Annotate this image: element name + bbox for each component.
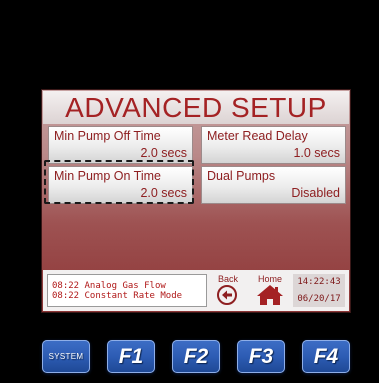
status-bar: 08:22 Analog Gas Flow 08:22 Constant Rat… — [43, 270, 349, 311]
system-key[interactable]: SYSTEM — [42, 340, 90, 373]
f2-key-label: F2 — [183, 345, 209, 368]
home-button[interactable]: Home — [248, 270, 292, 311]
field-value: 2.0 secs — [140, 146, 187, 160]
message-line: 08:22 Constant Rate Mode — [52, 291, 183, 301]
back-arrow-icon — [217, 285, 237, 305]
message-line: 08:22 Analog Gas Flow — [52, 281, 166, 291]
f3-key-label: F3 — [248, 345, 274, 368]
f3-key[interactable]: F3 — [237, 340, 285, 373]
touch-screen: ADVANCED SETUP Min Pump Off Time 2.0 sec… — [41, 89, 351, 313]
f4-key-label: F4 — [313, 345, 339, 368]
home-icon — [257, 285, 283, 305]
f1-key[interactable]: F1 — [107, 340, 155, 373]
clock-time: 14:22:43 — [297, 277, 341, 287]
field-value: 1.0 secs — [293, 146, 340, 160]
f2-key[interactable]: F2 — [172, 340, 220, 373]
message-log: 08:22 Analog Gas Flow 08:22 Constant Rat… — [47, 274, 207, 307]
clock-display: 14:22:43 06/20/17 — [293, 274, 345, 307]
f4-key[interactable]: F4 — [302, 340, 350, 373]
home-label: Home — [257, 274, 282, 284]
device-panel: ADVANCED SETUP Min Pump Off Time 2.0 sec… — [0, 0, 379, 383]
field-value: 2.0 secs — [140, 186, 187, 200]
field-label: Min Pump Off Time — [54, 129, 161, 143]
field-label: Meter Read Delay — [207, 129, 308, 143]
f1-key-label: F1 — [118, 345, 144, 368]
back-button[interactable]: Back — [206, 270, 250, 311]
field-label: Min Pump On Time — [54, 169, 161, 183]
min-pump-on-time-field[interactable]: Min Pump On Time 2.0 secs — [48, 166, 193, 204]
meter-read-delay-field[interactable]: Meter Read Delay 1.0 secs — [201, 126, 346, 164]
field-label: Dual Pumps — [207, 169, 276, 183]
min-pump-off-time-field[interactable]: Min Pump Off Time 2.0 secs — [48, 126, 193, 164]
system-key-label: SYSTEM — [48, 352, 84, 361]
screen-title: ADVANCED SETUP — [43, 91, 349, 124]
dual-pumps-field[interactable]: Dual Pumps Disabled — [201, 166, 346, 204]
back-label: Back — [217, 274, 238, 284]
field-value: Disabled — [291, 186, 340, 200]
clock-date: 06/20/17 — [297, 294, 341, 304]
